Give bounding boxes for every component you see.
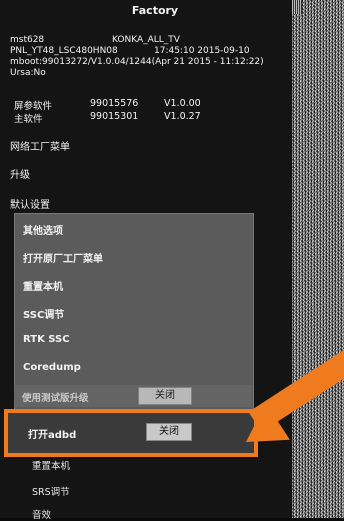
tv-static-noise (292, 0, 344, 518)
menu-item-default-settings[interactable]: 默认设置 (10, 196, 50, 211)
menu-item-network-factory[interactable]: 网络工厂菜单 (10, 138, 70, 153)
board-model: mst628 (10, 35, 45, 45)
menu-item-sound-effect[interactable]: 音效 (32, 507, 51, 521)
page-title: Factory (131, 4, 179, 17)
firmware-version-main: V1.0.27 (164, 111, 201, 122)
firmware-code-main: 99015301 (90, 111, 139, 122)
firmware-label-panel: 屏参软件 (14, 101, 53, 112)
firmware-version-panel: V1.0.00 (164, 98, 201, 109)
dropdown-item-ssc[interactable]: SSC调节 (23, 306, 64, 321)
dropdown-item-rtk-ssc[interactable]: RTK SSC (23, 334, 70, 345)
options-dropdown: 其他选项 打开原厂工厂菜单 重置本机 SSC调节 RTK SSC Coredum… (14, 213, 254, 411)
menu-item-upgrade[interactable]: 升级 (10, 166, 30, 181)
mboot-info: mboot:99013272/V1.0.04/1244(Apr 21 2015 … (10, 57, 264, 67)
highlight-box (4, 409, 258, 457)
menu-item-reset-bottom[interactable]: 重置本机 (32, 458, 70, 472)
build-time: 17:45:10 2015-09-10 (154, 46, 250, 56)
panel-id: PNL_YT48_LSC480HN08 (10, 46, 118, 56)
firmware-label-main: 主软件 (14, 114, 43, 125)
ursa-info: Ursa:No (10, 68, 46, 78)
firmware-code-panel: 99015576 (90, 98, 139, 109)
test-upgrade-row[interactable]: 使用测试版升级 关闭 (14, 385, 252, 407)
dropdown-item-other-options[interactable]: 其他选项 (23, 222, 63, 237)
test-upgrade-toggle[interactable]: 关闭 (138, 387, 192, 405)
brand-name: KONKA_ALL_TV (112, 35, 180, 45)
dropdown-item-original-factory-menu[interactable]: 打开原厂工厂菜单 (23, 250, 103, 265)
test-upgrade-label: 使用测试版升级 (22, 393, 89, 404)
dropdown-item-coredump[interactable]: Coredump (23, 362, 81, 373)
dropdown-item-reset[interactable]: 重置本机 (23, 278, 63, 293)
menu-item-srs[interactable]: SRS调节 (32, 484, 70, 498)
